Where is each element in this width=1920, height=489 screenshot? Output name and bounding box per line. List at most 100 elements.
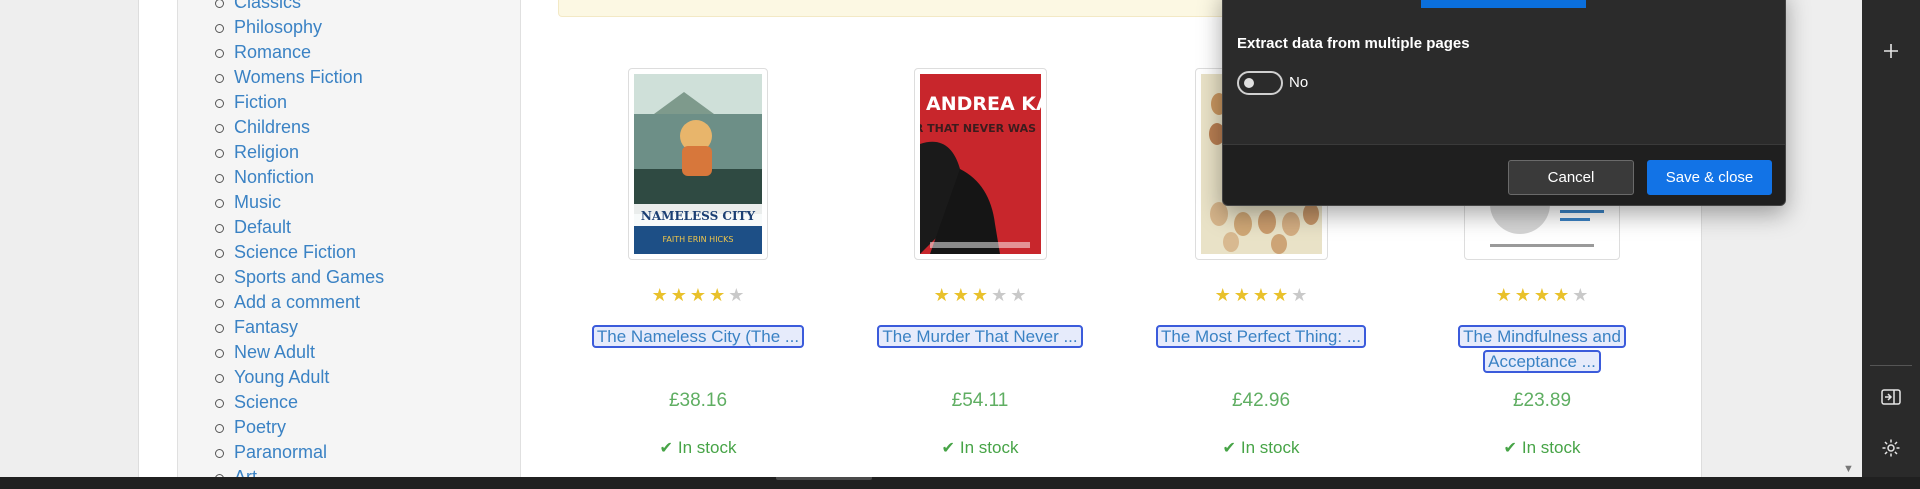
category-link-fantasy[interactable]: Fantasy (234, 317, 298, 338)
product-price: £42.96 (1231, 390, 1291, 411)
book-cover-image: ANDREA KANE THE MURDER THAT NEVER WAS (919, 74, 1041, 254)
category-item: Paranormal (178, 440, 520, 465)
star-filled-icon: ★ (1514, 285, 1531, 305)
category-link-fiction[interactable]: Fiction (234, 92, 287, 113)
product-title-link[interactable]: The Mindfulness and Acceptance ... (1458, 325, 1626, 373)
nameless-city-cover-art: NAMELESS CITY FAITH ERIN HICKS (634, 74, 762, 254)
category-item: Poetry (178, 415, 520, 440)
category-link-classics[interactable]: Classics (234, 0, 301, 13)
rating-stars: ★ ★ ★ ★ ★ (558, 286, 838, 304)
extract-settings-dialog: Extract data from multiple pages No Canc… (1222, 0, 1786, 206)
star-filled-icon: ★ (651, 285, 668, 305)
category-link-womens-fiction[interactable]: Womens Fiction (234, 67, 363, 88)
murder-that-never-was-cover-art: ANDREA KANE THE MURDER THAT NEVER WAS (919, 74, 1041, 254)
availability-text: In stock (959, 438, 1019, 457)
product-title-wrap: The Mindfulness and Acceptance ... (1402, 324, 1682, 374)
category-link-default[interactable]: Default (234, 217, 291, 238)
svg-text:FAITH ERIN HICKS: FAITH ERIN HICKS (663, 235, 734, 244)
category-link-new-adult[interactable]: New Adult (234, 342, 315, 363)
category-link-romance[interactable]: Romance (234, 42, 311, 63)
category-link-science[interactable]: Science (234, 392, 298, 413)
category-link-paranormal[interactable]: Paranormal (234, 442, 327, 463)
category-item: Religion (178, 140, 520, 165)
product-card: ANDREA KANE THE MURDER THAT NEVER WAS ★★… (840, 68, 1120, 457)
category-item: Fiction (178, 90, 520, 115)
star-filled-icon: ★ (1272, 285, 1289, 305)
book-cover-frame[interactable]: ANDREA KANE THE MURDER THAT NEVER WAS (913, 68, 1047, 260)
star-filled-icon: ★ (689, 285, 707, 305)
product-price: £38.16 (668, 390, 728, 411)
check-icon: ✔ (1503, 440, 1517, 457)
category-link-childrens[interactable]: Childrens (234, 117, 310, 138)
taskbar-active-item[interactable] (776, 477, 872, 480)
dialog-footer: Cancel Save & close (1223, 144, 1785, 205)
category-link-music[interactable]: Music (234, 192, 281, 213)
category-item: Science (178, 390, 520, 415)
product-title-link[interactable]: The Most Perfect Thing: ... (1156, 325, 1366, 348)
product-title-wrap: The Murder That Never ... (840, 324, 1120, 349)
category-link-nonfiction[interactable]: Nonfiction (234, 167, 314, 188)
star-empty-icon: ★ (1010, 285, 1027, 305)
book-cover-image: NAMELESS CITY FAITH ERIN HICKS (634, 74, 762, 254)
check-icon: ✔ (659, 440, 673, 457)
availability: ✔ In stock (1402, 438, 1682, 458)
category-item: Science Fiction (178, 240, 520, 265)
category-item: Womens Fiction (178, 65, 520, 90)
category-item: Default (178, 215, 520, 240)
category-link-science-fiction[interactable]: Science Fiction (234, 242, 356, 263)
category-item: Nonfiction (178, 165, 520, 190)
save-and-close-button[interactable]: Save & close (1647, 160, 1772, 195)
star-filled-icon: ★ (709, 285, 726, 305)
product-title-link[interactable]: The Nameless City (The ... (591, 325, 805, 348)
availability-text: In stock (1240, 438, 1300, 457)
star-filled-icon: ★ (1252, 285, 1270, 305)
product-price: £54.11 (951, 390, 1009, 411)
category-link-religion[interactable]: Religion (234, 142, 299, 163)
category-item: Music (178, 190, 520, 215)
gear-icon[interactable] (1862, 433, 1920, 463)
cancel-button[interactable]: Cancel (1508, 160, 1634, 195)
toggle-knob (1244, 78, 1254, 88)
sidebar-toggle-icon[interactable] (1862, 382, 1920, 412)
category-list: Classics Philosophy Romance Womens Ficti… (178, 0, 520, 477)
category-link-art[interactable]: Art (234, 467, 257, 477)
plus-icon[interactable] (1862, 36, 1920, 66)
rating-stars: ★ ★ ★ ★ ★ (1121, 286, 1401, 304)
category-item: Fantasy (178, 315, 520, 340)
cover-author-text: ANDREA KANE (926, 93, 1041, 115)
product-title-wrap: The Most Perfect Thing: ... (1121, 324, 1401, 349)
category-link-young-adult[interactable]: Young Adult (234, 367, 329, 388)
product-title-link[interactable]: The Murder That Never ... (877, 325, 1083, 348)
browser-side-rail (1862, 0, 1920, 489)
availability-text: In stock (677, 438, 737, 457)
star-filled-icon: ★ (1214, 285, 1231, 305)
category-item: Young Adult (178, 365, 520, 390)
category-item: Add a comment (178, 290, 520, 315)
product-title-wrap: The Nameless City (The ... (558, 324, 838, 349)
category-link-sports-and-games[interactable]: Sports and Games (234, 267, 384, 288)
dialog-primary-action-partial[interactable] (1421, 0, 1586, 8)
availability: ✔ In stock (840, 438, 1120, 458)
availability-text: In stock (1521, 438, 1581, 457)
star-filled-icon: ★ (971, 285, 989, 305)
chevron-down-icon[interactable]: ▼ (1843, 463, 1854, 475)
cover-title-text: THE MURDER THAT NEVER WAS (920, 122, 1036, 135)
star-filled-icon: ★ (1495, 285, 1512, 305)
svg-text:NAMELESS CITY: NAMELESS CITY (641, 209, 756, 223)
check-icon: ✔ (1222, 440, 1236, 457)
star-filled-icon: ★ (1533, 285, 1551, 305)
star-filled-icon: ★ (933, 285, 950, 305)
category-item: Sports and Games (178, 265, 520, 290)
category-link-philosophy[interactable]: Philosophy (234, 17, 322, 38)
book-cover-frame[interactable]: NAMELESS CITY FAITH ERIN HICKS (628, 68, 768, 260)
multi-page-toggle[interactable] (1237, 71, 1283, 95)
category-link-poetry[interactable]: Poetry (234, 417, 286, 438)
taskbar (0, 477, 1920, 489)
star-empty-icon: ★ (728, 285, 745, 305)
star-filled-icon: ★ (1233, 285, 1250, 305)
star-filled-icon: ★ (670, 285, 687, 305)
category-item: Philosophy (178, 15, 520, 40)
check-icon: ✔ (941, 440, 955, 457)
category-link-add-a-comment[interactable]: Add a comment (234, 292, 360, 313)
star-empty-icon: ★ (991, 285, 1008, 305)
